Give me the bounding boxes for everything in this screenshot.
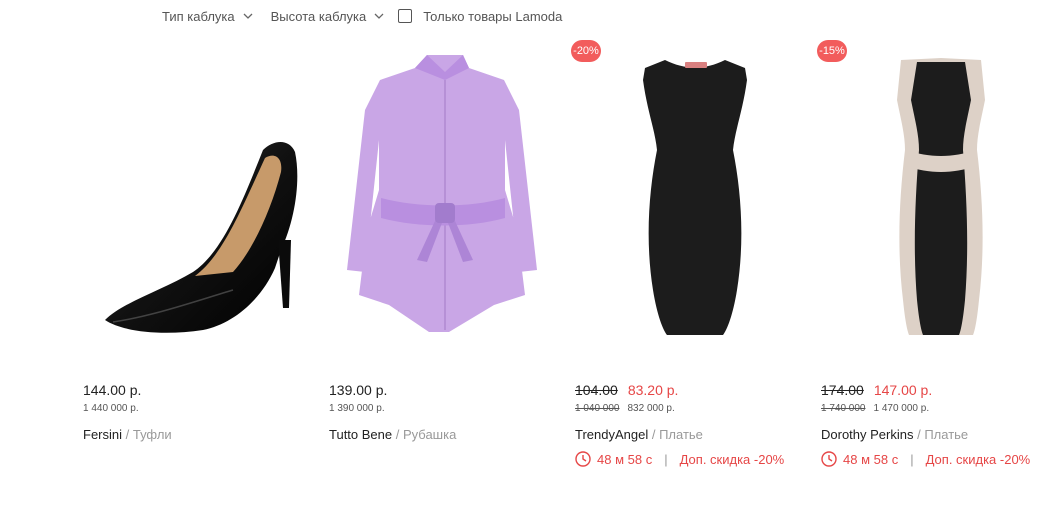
only-lamoda-checkbox[interactable] (398, 9, 413, 23)
product-image-shoe[interactable] (83, 40, 313, 340)
price-row: 104.00 83.20 р. (575, 382, 678, 398)
separator: | (664, 451, 668, 467)
dress-image (897, 58, 985, 335)
old-price: 174.00 (821, 382, 864, 398)
product-image-dress[interactable]: -15% (817, 40, 1051, 340)
brand: Dorothy Perkins (821, 427, 914, 442)
category: / Платье (651, 427, 703, 442)
discount-badge: -15% (817, 40, 847, 62)
clock-icon (575, 451, 591, 467)
product-name[interactable]: TrendyAngel / Платье (575, 427, 703, 442)
price-row: 174.00 147.00 р. (821, 382, 932, 398)
product-name[interactable]: Tutto Bene / Рубашка (329, 427, 456, 442)
heel-type-label: Тип каблука (162, 8, 235, 24)
product-card[interactable]: -15% 174.00 147.00 р. 1 740 000 1 470 000 … (817, 40, 1051, 467)
extra-discount: Доп. скидка -20% (925, 451, 1031, 467)
chevron-down-icon (374, 13, 384, 19)
brand: Tutto Bene (329, 427, 393, 442)
clock-icon (821, 451, 837, 467)
filter-bar: Тип каблука Высота каблука Только товары… (162, 8, 562, 24)
category: / Туфли (125, 427, 172, 442)
price: 144.00 р. (83, 382, 142, 398)
price-sub-row: 1 440 000 р. (83, 403, 139, 414)
heel-height-filter[interactable]: Высота каблука (271, 9, 385, 24)
timer-row: 48 м 58 с | Доп. скидка -20% (575, 451, 784, 467)
discount-badge: -20% (571, 40, 601, 62)
price-sub-row: 1 740 000 1 470 000 р. (821, 403, 929, 414)
category: / Платье (917, 427, 969, 442)
price-sub: 1 470 000 р. (873, 403, 930, 414)
chevron-down-icon (243, 13, 253, 19)
price-sub-row: 1 390 000 р. (329, 403, 385, 414)
brand: TrendyAngel (575, 427, 649, 442)
extra-discount: Доп. скидка -20% (679, 451, 785, 467)
price-row: 139.00 р. (329, 382, 387, 398)
shirt-image (347, 55, 537, 332)
shoe-image (105, 142, 298, 333)
price: 147.00 р. (873, 382, 933, 398)
price: 83.20 р. (627, 382, 679, 398)
brand: Fersini (83, 427, 123, 442)
product-card[interactable]: 144.00 р. 1 440 000 р. Fersini / Туфли (83, 40, 313, 442)
product-name[interactable]: Fersini / Туфли (83, 427, 172, 442)
price: 139.00 р. (329, 382, 388, 398)
price-sub: 832 000 р. (627, 403, 675, 414)
product-card[interactable]: -20% 104.00 83.20 р. 1 040 000 832 000 р. … (571, 40, 805, 467)
price-sub-row: 1 040 000 832 000 р. (575, 403, 675, 414)
old-price-sub: 1 040 000 (575, 403, 620, 414)
product-name[interactable]: Dorothy Perkins / Платье (821, 427, 968, 442)
only-lamoda-filter[interactable]: Только товары Lamoda (398, 9, 562, 24)
product-card[interactable]: 139.00 р. 1 390 000 р. Tutto Bene / Руба… (329, 40, 559, 442)
price-sub: 1 440 000 р. (83, 403, 139, 414)
timer: 48 м 58 с (843, 451, 899, 467)
heel-height-label: Высота каблука (270, 8, 367, 24)
only-lamoda-label: Только товары Lamoda (423, 8, 563, 24)
old-price-sub: 1 740 000 (821, 403, 866, 414)
price-sub: 1 390 000 р. (329, 403, 385, 414)
timer: 48 м 58 с (597, 451, 653, 467)
category: / Рубашка (395, 427, 457, 442)
heel-type-filter[interactable]: Тип каблука (162, 9, 253, 24)
separator: | (910, 451, 914, 467)
dress-image (643, 60, 747, 335)
timer-row: 48 м 58 с | Доп. скидка -20% (821, 451, 1030, 467)
price-row: 144.00 р. (83, 382, 141, 398)
old-price: 104.00 (575, 382, 618, 398)
product-image-shirt[interactable] (329, 40, 559, 340)
product-image-dress[interactable]: -20% (571, 40, 805, 340)
